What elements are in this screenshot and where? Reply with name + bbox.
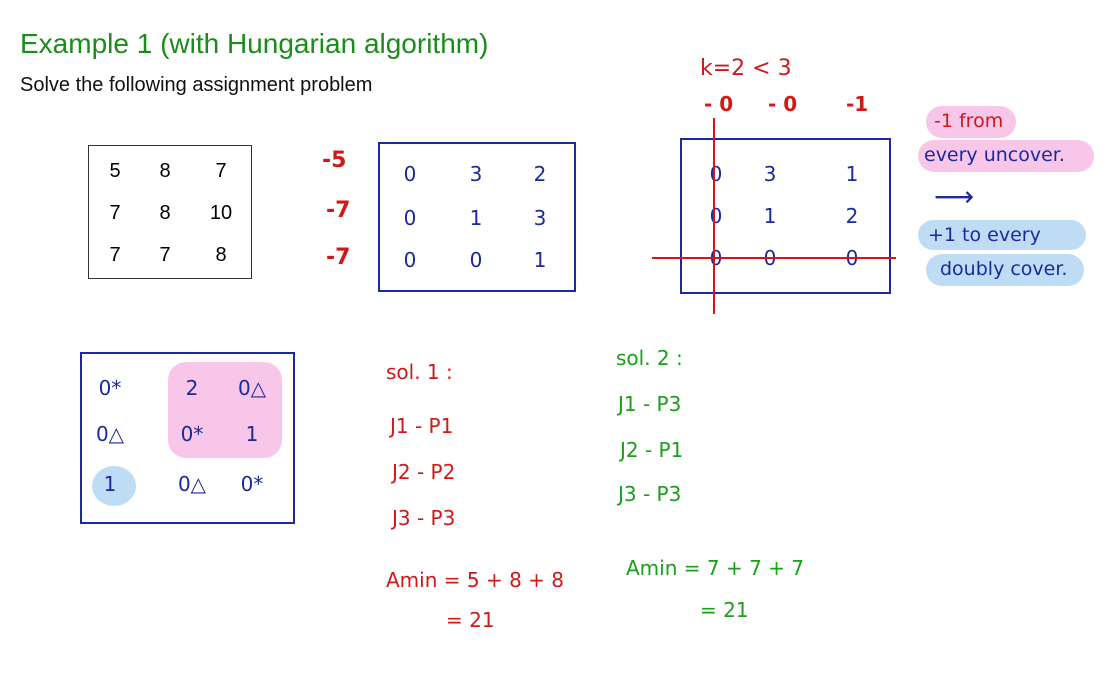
- matrix-cell: 1: [845, 162, 859, 186]
- note-cover-2: doubly cover.: [940, 258, 1068, 280]
- sol1-line: J3 - P3: [392, 506, 456, 530]
- matrix-cell: 2: [533, 162, 547, 186]
- assignment-cell: 0△: [237, 376, 267, 400]
- matrix-cell: 3: [469, 162, 483, 186]
- assignment-cell: 0*: [98, 376, 122, 400]
- col-subtract-3: -1: [846, 92, 869, 116]
- k-label: k=2 < 3: [700, 56, 792, 81]
- sol2-line: J2 - P1: [620, 438, 684, 462]
- matrix-cell: 5: [109, 160, 121, 182]
- matrix-cell: 0: [709, 204, 723, 228]
- col-subtract-1: - 0: [704, 92, 734, 116]
- sol2-label: sol. 2 :: [616, 346, 683, 370]
- problem-statement: Solve the following assignment problem: [20, 74, 373, 96]
- assignment-cell: 0△: [95, 422, 125, 446]
- row-subtract-3: -7: [326, 245, 351, 270]
- assignment-cell: 2: [185, 376, 199, 400]
- reduced-matrix: 0 3 2 0 1 3 0 0 1: [378, 142, 576, 292]
- cost-matrix: 5 8 7 7 8 10 7 7 8: [88, 145, 252, 279]
- row-subtract-2: -7: [326, 198, 351, 223]
- assignment-cell: 0*: [240, 472, 264, 496]
- matrix-cell: 7: [109, 202, 121, 224]
- matrix-cell: 8: [159, 202, 171, 224]
- note-cover-1: +1 to every: [928, 224, 1041, 246]
- assignment-cell: 1: [103, 472, 117, 496]
- matrix-cell: 1: [763, 204, 777, 228]
- matrix-cell: 7: [159, 244, 171, 266]
- sol1-label: sol. 1 :: [386, 360, 453, 384]
- matrix-cell: 7: [109, 244, 121, 266]
- sol2-result: = 21: [700, 598, 749, 622]
- matrix-cell: 3: [763, 162, 777, 186]
- arrow-icon: ⟶: [934, 180, 975, 213]
- cover-line-vertical: [713, 118, 715, 314]
- row-subtract-1: -5: [322, 148, 347, 173]
- matrix-cell: 0: [403, 248, 417, 272]
- col-subtract-2: - 0: [768, 92, 798, 116]
- assignment-cell: 1: [245, 422, 259, 446]
- cover-line-horizontal: [652, 257, 896, 259]
- matrix-cell: 0: [403, 206, 417, 230]
- assignment-cell: 0*: [180, 422, 204, 446]
- matrix-cell: 0: [403, 162, 417, 186]
- final-matrix: 0* 2 0△ 0△ 0* 1 1 0△ 0*: [80, 352, 295, 524]
- matrix-cell: 2: [845, 204, 859, 228]
- matrix-cell: 1: [469, 206, 483, 230]
- matrix-cell: 8: [159, 160, 171, 182]
- matrix-cell: 0: [709, 162, 723, 186]
- assignment-cell: 0△: [177, 472, 207, 496]
- matrix-cell: 7: [215, 160, 227, 182]
- matrix-cell: 10: [209, 202, 233, 224]
- page-title: Example 1 (with Hungarian algorithm): [20, 28, 489, 59]
- note-uncover-2: every uncover.: [924, 144, 1065, 166]
- sol2-line: J3 - P3: [618, 482, 682, 506]
- sol2-line: J1 - P3: [618, 392, 682, 416]
- matrix-cell: 3: [533, 206, 547, 230]
- sol1-result: = 21: [446, 608, 495, 632]
- note-uncover-1: -1 from: [934, 110, 1004, 132]
- matrix-cell: 8: [215, 244, 227, 266]
- matrix-cell: 0: [469, 248, 483, 272]
- sol1-line: J2 - P2: [392, 460, 456, 484]
- sol1-line: J1 - P1: [390, 414, 454, 438]
- matrix-cell: 1: [533, 248, 547, 272]
- covered-matrix: 0 3 1 0 1 2 0 0 0: [680, 138, 891, 294]
- sol1-amin: Amin = 5 + 8 + 8: [386, 568, 564, 592]
- sol2-amin: Amin = 7 + 7 + 7: [626, 556, 804, 580]
